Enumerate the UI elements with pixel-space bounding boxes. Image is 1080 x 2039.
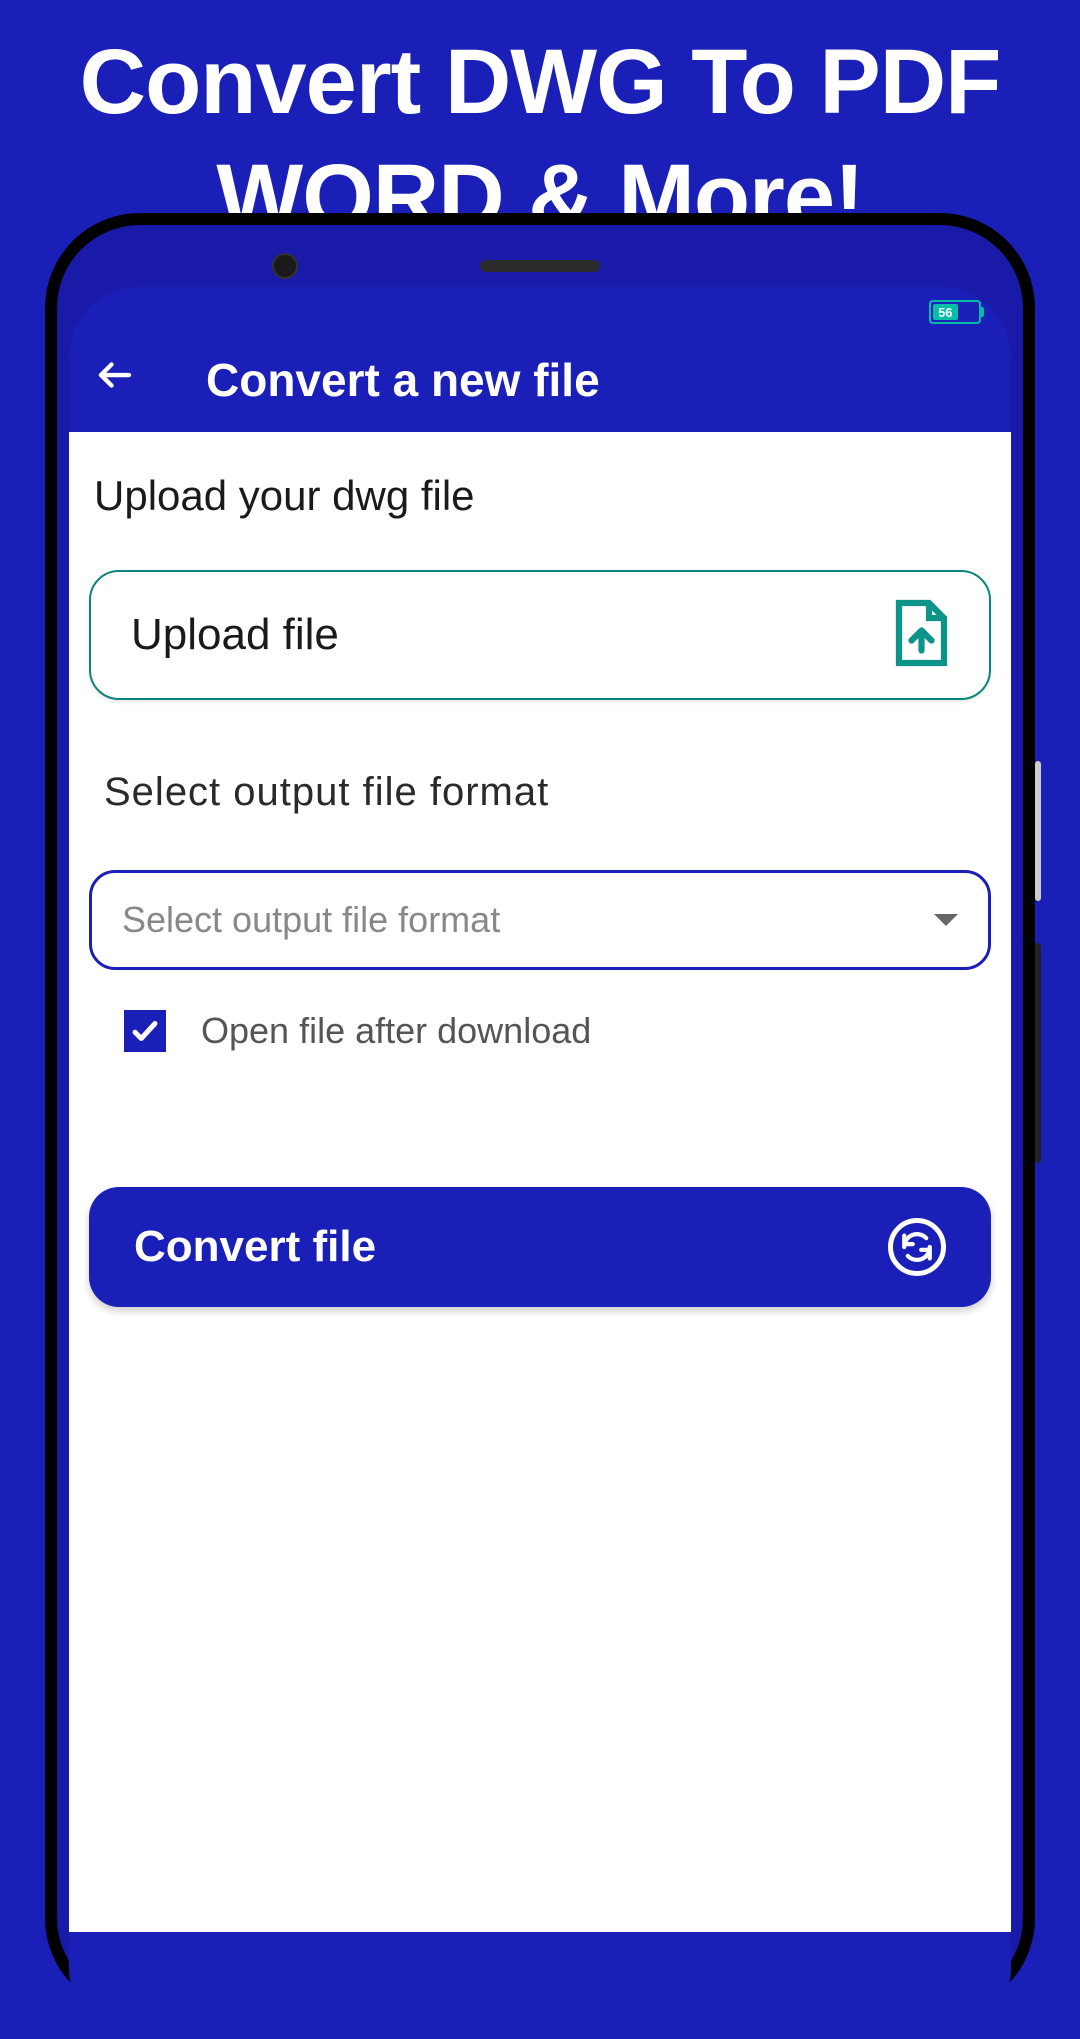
upload-file-button[interactable]: Upload file: [89, 570, 991, 700]
open-after-download-label: Open file after download: [201, 1010, 591, 1052]
format-select-placeholder: Select output file format: [122, 899, 500, 941]
open-after-download-checkbox[interactable]: [124, 1010, 166, 1052]
phone-inner: 56 Convert a new file Upload your dwg fi…: [57, 225, 1023, 2001]
convert-file-button[interactable]: Convert file: [89, 1187, 991, 1307]
phone-side-button: [1035, 943, 1041, 1163]
phone-side-button: [1035, 761, 1041, 901]
phone-frame: 56 Convert a new file Upload your dwg fi…: [45, 213, 1035, 2013]
upload-button-label: Upload file: [131, 610, 339, 660]
chevron-down-icon: [934, 914, 958, 926]
sync-icon: [888, 1218, 946, 1276]
phone-camera: [272, 253, 298, 279]
battery-icon: 56: [929, 300, 981, 324]
app-header: Convert a new file: [69, 327, 1011, 432]
upload-file-icon: [889, 598, 949, 673]
format-select[interactable]: Select output file format: [89, 870, 991, 970]
convert-button-label: Convert file: [134, 1222, 376, 1272]
hero-title-line1: Convert DWG To PDF: [80, 31, 1001, 133]
format-section-label: Select output file format: [89, 770, 991, 815]
phone-speaker: [480, 260, 600, 272]
page-title: Convert a new file: [206, 353, 600, 407]
app-content: Upload your dwg file Upload file Select …: [69, 432, 1011, 1932]
upload-section-label: Upload your dwg file: [89, 472, 991, 520]
status-bar: 56: [69, 287, 1011, 327]
phone-screen: 56 Convert a new file Upload your dwg fi…: [69, 287, 1011, 2039]
open-after-download-row: Open file after download: [89, 1010, 991, 1052]
back-arrow-icon[interactable]: [94, 354, 136, 406]
battery-level: 56: [933, 304, 958, 320]
